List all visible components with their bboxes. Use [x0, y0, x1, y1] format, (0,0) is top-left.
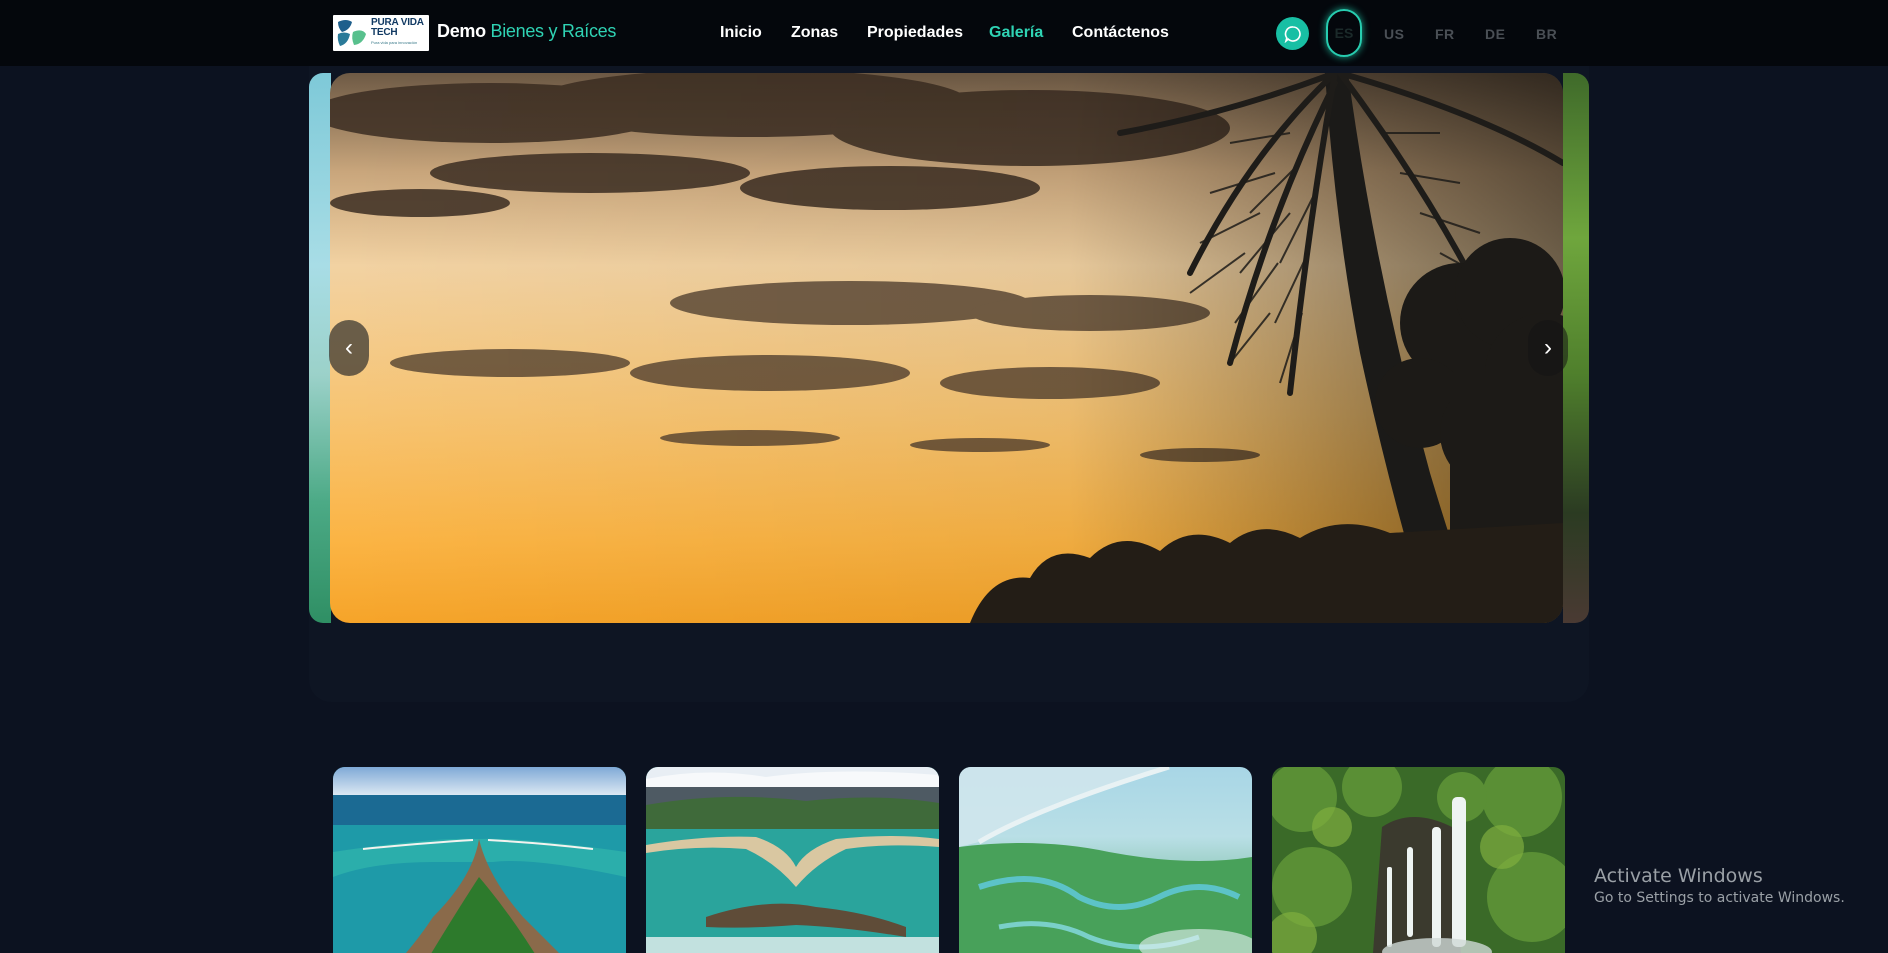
- nav-inicio[interactable]: Inicio: [720, 24, 762, 44]
- river-delta-aerial-image: [959, 767, 1252, 953]
- leaf-logo-icon: [337, 20, 366, 46]
- nav-contactenos-link[interactable]: Contáctenos: [1072, 24, 1169, 41]
- nav-zonas[interactable]: Zonas: [791, 24, 838, 44]
- nav-propiedades[interactable]: Propiedades: [867, 24, 963, 44]
- nav-contactenos[interactable]: Contáctenos: [1072, 24, 1169, 44]
- nav-inicio-link[interactable]: Inicio: [720, 24, 762, 41]
- gallery-thumbnail[interactable]: [959, 767, 1252, 953]
- logo-wordmark: PURA VIDA TECH: [371, 17, 424, 38]
- carousel-slide-image: [330, 73, 1563, 623]
- gallery-thumbnail[interactable]: [646, 767, 939, 953]
- nav-zonas-link[interactable]: Zonas: [791, 24, 838, 41]
- lang-fr-button[interactable]: FR: [1435, 26, 1455, 42]
- windows-activation-subtitle: Go to Settings to activate Windows.: [1594, 890, 1845, 906]
- whale-tail-beach-image: [333, 767, 626, 953]
- site-title-name: Bienes y Raíces: [490, 21, 617, 41]
- previous-slide-preview[interactable]: [309, 73, 331, 623]
- brand-logo[interactable]: PURA VIDA TECH Pura vida para innovación: [333, 15, 429, 51]
- site-title-demo: Demo: [437, 21, 486, 41]
- nav-galeria[interactable]: Galería: [989, 24, 1043, 44]
- gallery-thumbnail[interactable]: [1272, 767, 1565, 953]
- lang-de-button[interactable]: DE: [1485, 26, 1505, 42]
- lang-es-button[interactable]: ES: [1326, 9, 1362, 57]
- nav-galeria-link[interactable]: Galería: [989, 24, 1043, 41]
- whatsapp-button[interactable]: [1276, 17, 1309, 50]
- chat-bubble-icon: [1284, 25, 1301, 43]
- site-title[interactable]: Demo Bienes y Raíces: [437, 21, 616, 42]
- palm-sunset-image: [330, 73, 1563, 623]
- waterfall-image: [1272, 767, 1565, 953]
- windows-activation-title: Activate Windows: [1594, 865, 1763, 887]
- lang-us-button[interactable]: US: [1384, 26, 1404, 42]
- carousel-next-button[interactable]: ›: [1528, 320, 1568, 376]
- lang-br-button[interactable]: BR: [1536, 26, 1557, 42]
- nav-propiedades-link[interactable]: Propiedades: [867, 24, 963, 41]
- coast-aerial-image: [646, 767, 939, 953]
- top-navbar: PURA VIDA TECH Pura vida para innovación …: [0, 0, 1888, 66]
- logo-tagline: Pura vida para innovación: [371, 40, 418, 45]
- gallery-thumbnail[interactable]: [333, 767, 626, 953]
- carousel-prev-button[interactable]: ‹: [329, 320, 369, 376]
